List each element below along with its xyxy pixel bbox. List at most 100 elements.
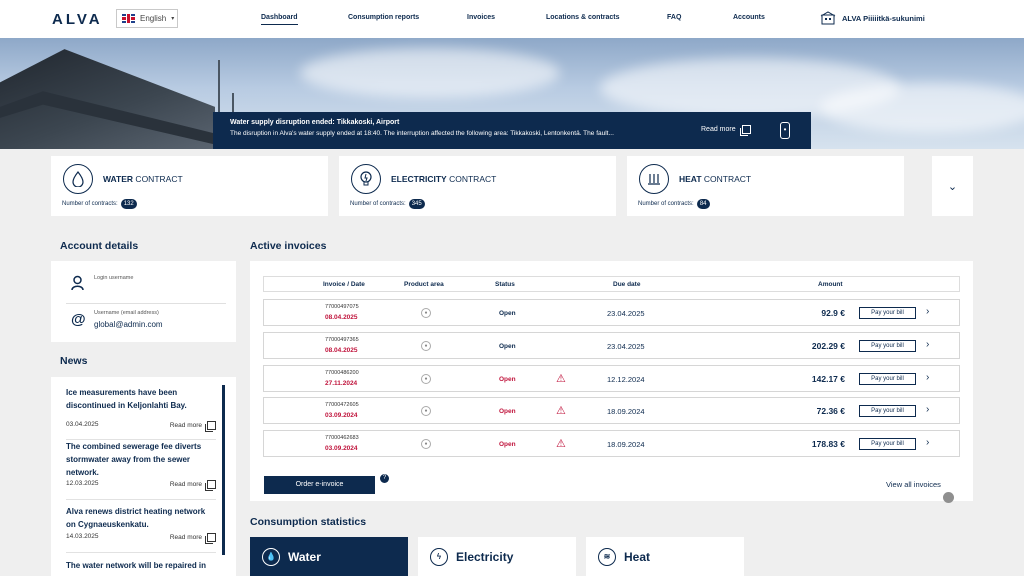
news-scrollbar[interactable]: [222, 385, 225, 555]
news-item-title: The combined sewerage fee diverts stormw…: [66, 442, 202, 477]
chat-bubble-icon[interactable]: [943, 492, 954, 503]
user-menu[interactable]: ALVA Piiiiitkä-sukunimi: [820, 11, 925, 25]
count-badge: 132: [120, 199, 137, 209]
invoice-number: 77000497365: [325, 337, 359, 343]
news-list: Ice measurements have been discontinued …: [51, 377, 236, 576]
help-icon[interactable]: ?: [380, 474, 389, 483]
pay-bill-button[interactable]: Pay your bill: [859, 405, 916, 417]
invoices-panel: Invoice / Date Product area Status Due d…: [250, 261, 973, 503]
tab-heat[interactable]: ≋ Heat: [586, 537, 744, 576]
warning-icon: ⚠: [556, 373, 566, 385]
invoice-due-date: 18.09.2024: [607, 407, 645, 416]
email-label: Username (email address): [94, 310, 159, 316]
nav-faq[interactable]: FAQ: [667, 14, 681, 21]
header-product: Product area: [404, 281, 444, 288]
invoice-row[interactable]: 77000462683 03.09.2024 ● Open ⚠ 18.09.2024 178…: [263, 430, 960, 457]
contract-card-heat[interactable]: HEAT CONTRACT Number of contracts: 84: [627, 156, 904, 216]
header-invoice: Invoice / Date: [323, 281, 365, 288]
nav-invoices[interactable]: Invoices: [467, 14, 495, 21]
user-icon: [71, 275, 84, 294]
tab-electricity-label: Electricity: [456, 549, 514, 564]
contract-card-water[interactable]: WATER CONTRACT Number of contracts: 132: [51, 156, 328, 216]
email-value: global@admin.com: [94, 320, 163, 329]
news-title: News: [60, 355, 88, 367]
tab-water-label: Water: [288, 549, 321, 564]
contract-title: ELECTRICITY CONTRACT: [391, 174, 497, 184]
invoice-amount: 92.9 €: [821, 308, 845, 318]
invoice-table-header: Invoice / Date Product area Status Due d…: [263, 276, 960, 292]
chevron-right-icon[interactable]: ›: [926, 306, 929, 317]
invoice-date: 08.04.2025: [325, 314, 358, 321]
account-details-card: Login username @ Username (email address…: [51, 261, 236, 342]
user-name: ALVA Piiiiitkä-sukunimi: [842, 13, 925, 23]
news-item[interactable]: Ice measurements have been discontinued …: [66, 386, 216, 440]
news-item[interactable]: The water network will be repaired in: [66, 559, 216, 576]
disruption-banner: Water supply disruption ended: Tikkakosk…: [213, 112, 811, 149]
expand-contracts-button[interactable]: ⌄: [932, 156, 973, 216]
chevron-right-icon[interactable]: ›: [926, 437, 929, 448]
active-invoices-title: Active invoices: [250, 240, 327, 252]
news-item-title: Ice measurements have been discontinued …: [66, 388, 187, 410]
tab-electricity[interactable]: ϟ Electricity: [418, 537, 576, 576]
building-icon: [820, 11, 836, 25]
invoice-status: Open: [499, 343, 516, 350]
top-navigation: ALVA English ▾ Dashboard Consumption rep…: [0, 0, 1024, 38]
external-link-icon: [205, 421, 216, 432]
product-area-icon: ●: [421, 439, 431, 449]
news-item[interactable]: Alva renews district heating network on …: [66, 505, 216, 553]
product-area-icon: ●: [421, 341, 431, 351]
order-e-invoice-button[interactable]: Order e-invoice: [264, 476, 375, 494]
invoice-number: 77000497075: [325, 304, 359, 310]
nav-dashboard[interactable]: Dashboard: [261, 14, 298, 25]
invoice-date: 27.11.2024: [325, 380, 358, 387]
warning-icon: ⚠: [556, 405, 566, 417]
chevron-right-icon[interactable]: ›: [926, 372, 929, 383]
chevron-down-icon: ▾: [171, 16, 175, 22]
heat-icon: ≋: [598, 547, 616, 566]
pay-bill-button[interactable]: Pay your bill: [859, 438, 916, 450]
pay-bill-button[interactable]: Pay your bill: [859, 307, 916, 319]
nav-locations-contracts[interactable]: Locations & contracts: [546, 14, 620, 21]
tab-water[interactable]: 💧 Water: [250, 537, 408, 576]
consumption-title: Consumption statistics: [250, 516, 367, 528]
news-read-more[interactable]: Read more: [170, 480, 216, 491]
invoice-status: Open: [499, 408, 516, 415]
external-link-icon: [205, 480, 216, 491]
invoice-row[interactable]: 77000486200 27.11.2024 ● Open ⚠ 12.12.2024 142…: [263, 365, 960, 392]
invoice-amount: 178.83 €: [811, 439, 845, 449]
water-drop-icon: 💧: [262, 547, 280, 566]
invoice-status: Open: [499, 310, 516, 317]
invoice-row[interactable]: 77000497365 08.04.2025 ● Open 23.04.2025 202.…: [263, 332, 960, 359]
banner-toggle-button[interactable]: •: [780, 122, 790, 139]
nav-consumption-reports[interactable]: Consumption reports: [348, 14, 419, 21]
invoice-due-date: 23.04.2025: [607, 342, 645, 351]
news-read-more[interactable]: Read more: [170, 533, 216, 544]
news-item[interactable]: The combined sewerage fee diverts stormw…: [66, 440, 216, 500]
product-area-icon: ●: [421, 308, 431, 318]
tab-heat-label: Heat: [624, 549, 651, 564]
language-selector[interactable]: English ▾: [116, 9, 178, 28]
invoice-date: 03.09.2024: [325, 412, 358, 419]
invoice-row[interactable]: 77000497075 08.04.2025 ● Open 23.04.2025 92.9…: [263, 299, 960, 326]
invoice-row[interactable]: 77000472605 03.09.2024 ● Open ⚠ 18.09.2024 72.…: [263, 397, 960, 424]
banner-read-more[interactable]: Read more: [701, 125, 751, 136]
pay-bill-button[interactable]: Pay your bill: [859, 340, 916, 352]
language-label: English: [140, 14, 167, 23]
contract-card-electricity[interactable]: ELECTRICITY CONTRACT Number of contracts…: [339, 156, 616, 216]
count-badge: 84: [696, 199, 710, 209]
lightbulb-icon: ϟ: [430, 547, 448, 566]
alva-logo[interactable]: ALVA: [52, 11, 103, 28]
chevron-right-icon[interactable]: ›: [926, 404, 929, 415]
news-read-more[interactable]: Read more: [170, 421, 216, 432]
chevron-down-icon: ⌄: [947, 180, 958, 193]
uk-flag-icon: [122, 14, 135, 23]
heat-icon: [639, 164, 669, 194]
invoice-amount: 142.17 €: [811, 374, 845, 384]
login-username-label: Login username: [94, 275, 134, 281]
nav-accounts[interactable]: Accounts: [733, 14, 765, 21]
pay-bill-button[interactable]: Pay your bill: [859, 373, 916, 385]
contract-count: Number of contracts: 345: [350, 199, 425, 209]
view-all-invoices-link[interactable]: View all invoices: [886, 480, 941, 489]
invoice-status: Open: [499, 376, 516, 383]
chevron-right-icon[interactable]: ›: [926, 339, 929, 350]
